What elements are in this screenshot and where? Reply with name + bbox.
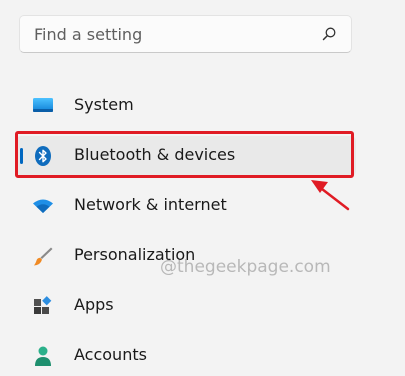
sidebar-item-network-internet[interactable]: Network & internet [16,186,356,226]
paintbrush-icon [34,247,53,266]
watermark: @thegeekpage.com [160,257,331,277]
account-icon [35,346,51,366]
wifi-icon [33,199,53,213]
display-icon [33,98,53,112]
sidebar-item-label: Network & internet [74,195,227,214]
sidebar-item-accounts[interactable]: Accounts [16,336,356,376]
sidebar-item-system[interactable]: System [16,86,356,126]
sidebar-item-label: System [74,95,134,114]
search-icon[interactable] [321,26,337,42]
sidebar-item-label: Accounts [74,345,147,364]
search-box[interactable] [19,15,352,53]
sidebar-item-apps[interactable]: Apps [16,286,356,326]
highlight-box [15,131,354,178]
sidebar-item-label: Apps [74,295,114,314]
apps-icon [34,296,52,314]
search-input[interactable] [20,16,310,52]
